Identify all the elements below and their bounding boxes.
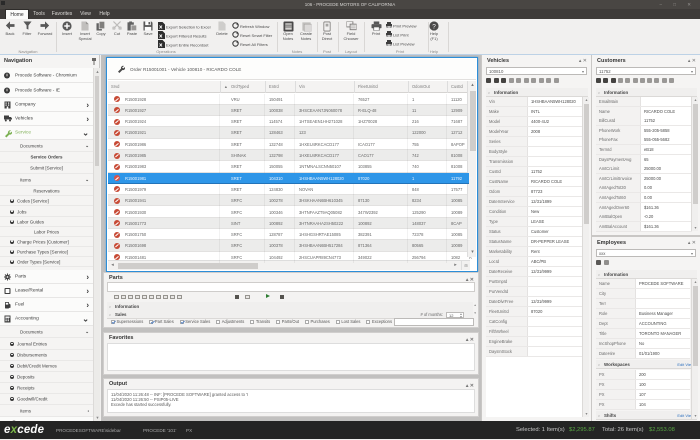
svg-text:?: ? bbox=[432, 23, 436, 30]
